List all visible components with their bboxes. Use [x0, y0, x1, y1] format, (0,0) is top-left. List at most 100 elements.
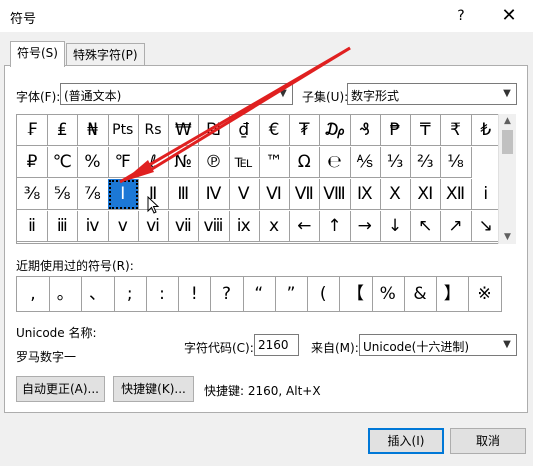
symbol-cell[interactable]: ₤	[47, 115, 79, 146]
recent-symbol-cell[interactable]: ?	[211, 277, 244, 311]
symbol-cell[interactable]: Ⅹ	[380, 179, 411, 210]
shortcut-key-text: 快捷键: 2160, Alt+X	[204, 384, 321, 398]
font-dropdown[interactable]: (普通文本) ▼	[60, 83, 293, 105]
recent-symbol-cell[interactable]: “	[243, 277, 276, 311]
symbol-cell[interactable]: ⅱ	[17, 211, 48, 242]
recent-symbol-cell[interactable]: ”	[275, 277, 308, 311]
symbol-cell[interactable]: №	[168, 147, 200, 178]
symbol-cell[interactable]: Rs	[138, 115, 169, 146]
symbol-cell[interactable]: Ⅰ	[107, 179, 139, 210]
tab-symbols[interactable]: 符号(S)	[10, 41, 65, 67]
symbol-cell[interactable]: ℉	[107, 147, 139, 178]
recent-symbol-cell[interactable]: 【	[340, 277, 373, 311]
symbol-cell[interactable]: ⅲ	[47, 211, 79, 242]
symbol-cell[interactable]: Ω	[289, 147, 321, 178]
symbol-cell[interactable]: ℓ	[138, 147, 169, 178]
symbol-cell[interactable]: ₰	[349, 115, 381, 146]
chevron-down-icon: ▼	[503, 339, 511, 350]
symbol-cell[interactable]: ₫	[228, 115, 260, 146]
char-code-input[interactable]: 2160	[254, 334, 299, 356]
symbol-cell[interactable]: ↗	[440, 211, 472, 242]
symbol-cell[interactable]: ₦	[77, 115, 109, 146]
symbol-cell[interactable]: ℗	[198, 147, 230, 178]
symbol-cell[interactable]: ⅍	[349, 147, 381, 178]
tab-special-characters[interactable]: 特殊字符(P)	[66, 43, 145, 66]
symbol-cell[interactable]: ↓	[380, 211, 411, 242]
symbol-cell[interactable]: ⅜	[17, 179, 48, 210]
symbol-cell[interactable]: ℡	[228, 147, 260, 178]
symbol-cell[interactable]: ⅶ	[168, 211, 200, 242]
symbol-cell[interactable]: ₱	[380, 115, 411, 146]
symbol-cell[interactable]: ↖	[410, 211, 442, 242]
recent-symbol-cell[interactable]: ,	[17, 277, 50, 311]
recent-symbol-cell[interactable]: !	[178, 277, 212, 311]
symbol-cell[interactable]: ←	[289, 211, 321, 242]
symbol-grid-scrollbar[interactable]: ▲ ▼	[498, 114, 516, 244]
close-button[interactable]: ✕	[497, 4, 521, 28]
symbol-cell[interactable]: Ⅵ	[259, 179, 290, 210]
symbol-cell[interactable]: Ⅷ	[319, 179, 351, 210]
recent-symbol-cell[interactable]: 、	[82, 277, 115, 311]
symbol-cell[interactable]: ₮	[289, 115, 321, 146]
symbol-cell[interactable]: Ⅺ	[410, 179, 442, 210]
recent-symbol-cell[interactable]: 】	[436, 277, 470, 311]
recent-symbol-cell[interactable]: (	[307, 277, 341, 311]
help-button[interactable]: ?	[451, 6, 471, 26]
symbol-cell[interactable]: ₸	[410, 115, 442, 146]
symbol-cell[interactable]: Ⅶ	[289, 179, 321, 210]
symbol-cell[interactable]: ₯	[319, 115, 351, 146]
autocorrect-button[interactable]: 自动更正(A)...	[16, 376, 105, 402]
scroll-thumb[interactable]	[502, 130, 513, 154]
symbol-cell[interactable]: ⅷ	[198, 211, 230, 242]
recent-symbol-cell[interactable]: ;	[114, 277, 147, 311]
symbol-cell[interactable]: ⅓	[380, 147, 411, 178]
subset-value: 数字形式	[351, 89, 400, 103]
symbol-cell[interactable]: ™	[259, 147, 290, 178]
symbol-cell[interactable]: ⅔	[410, 147, 442, 178]
unicode-name-label: Unicode 名称:	[16, 326, 97, 340]
symbol-cell[interactable]: €	[259, 115, 290, 146]
symbol-cell[interactable]: ⅝	[47, 179, 79, 210]
symbol-cell[interactable]: ⅳ	[77, 211, 109, 242]
symbol-cell[interactable]: ⅛	[440, 147, 472, 178]
symbol-cell[interactable]: Pts	[107, 115, 139, 146]
recent-symbols-row[interactable]: ,。、;:!? “”(【% &】 ※	[16, 276, 502, 312]
symbol-cell[interactable]: →	[349, 211, 381, 242]
font-label: 字体(F):	[16, 90, 61, 104]
scroll-down-icon[interactable]: ▼	[499, 232, 516, 242]
symbol-cell[interactable]: %	[77, 147, 109, 178]
recent-symbol-cell[interactable]: 。	[49, 277, 83, 311]
insert-button[interactable]: 插入(I)	[368, 428, 444, 454]
mouse-cursor-icon	[147, 196, 160, 214]
symbol-cell[interactable]: ⅸ	[228, 211, 260, 242]
recent-symbol-cell[interactable]: &	[404, 277, 437, 311]
symbol-cell[interactable]: ₩	[168, 115, 200, 146]
symbol-cell[interactable]: ⅹ	[259, 211, 290, 242]
symbol-cell[interactable]: ⅞	[77, 179, 109, 210]
scroll-up-icon[interactable]: ▲	[499, 116, 516, 126]
shortcut-key-button[interactable]: 快捷键(K)...	[113, 376, 194, 402]
cancel-button[interactable]: 取消	[450, 428, 526, 454]
symbol-cell[interactable]: ℃	[47, 147, 79, 178]
symbol-cell[interactable]: Ⅴ	[228, 179, 260, 210]
recent-symbol-cell[interactable]: %	[372, 277, 405, 311]
symbol-cell[interactable]: ⅴ	[107, 211, 139, 242]
symbol-cell[interactable]: ₣	[17, 115, 48, 146]
subset-dropdown[interactable]: 数字形式 ▼	[347, 83, 517, 105]
symbol-cell[interactable]: Ⅲ	[168, 179, 200, 210]
from-dropdown[interactable]: Unicode(十六进制) ▼	[359, 334, 517, 356]
symbol-cell[interactable]: Ⅸ	[349, 179, 381, 210]
window-title: 符号	[10, 12, 37, 27]
symbol-grid[interactable]: ₣ ₤ ₦ Pts Rs ₩ ₪ ₫ € ₮ ₯ ₰ ₱ ₸ ₹ ₺ ₽ ℃% ℉ ℓ № ℗ ℡ ™ Ω ℮ ⅍ ⅓ ⅔ ⅛ ⅜ ⅝ ⅞ Ⅰ Ⅱ Ⅲ…	[16, 114, 502, 244]
symbol-cell[interactable]: ₪	[198, 115, 230, 146]
symbol-cell[interactable]: Ⅻ	[440, 179, 472, 210]
recent-symbol-cell[interactable]: ※	[469, 277, 502, 311]
recent-symbol-cell[interactable]: :	[146, 277, 179, 311]
symbol-cell[interactable]: Ⅳ	[198, 179, 230, 210]
symbol-cell[interactable]: ↑	[319, 211, 351, 242]
symbol-cell[interactable]: ₽	[17, 147, 48, 178]
char-code-label: 字符代码(C):	[184, 341, 254, 355]
symbol-cell[interactable]: ℮	[319, 147, 351, 178]
title-bar: 符号 ? ✕	[0, 0, 533, 32]
symbol-cell[interactable]: ₹	[440, 115, 472, 146]
